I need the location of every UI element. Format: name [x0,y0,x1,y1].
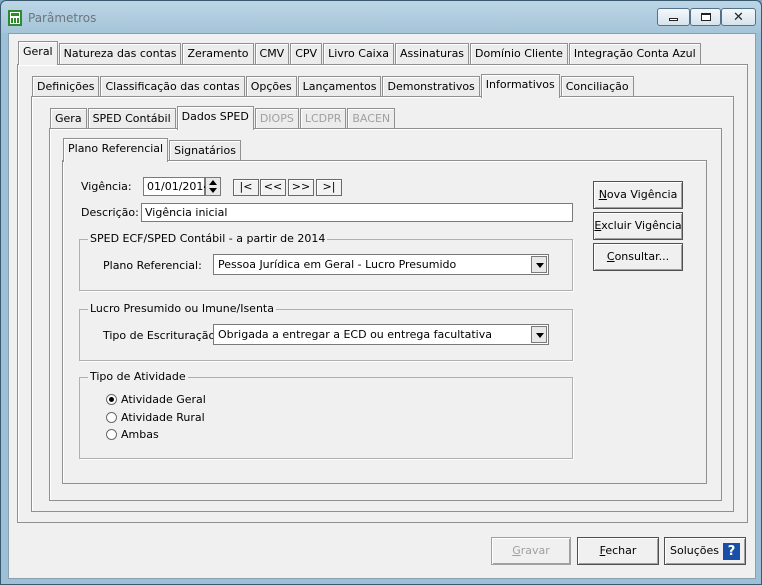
lucro-group-title: Lucro Presumido ou Imune/Isenta [88,302,276,315]
help-icon: ? [723,542,741,560]
tipo-escrituracao-select[interactable]: Obrigada a entregar a ECD ou entrega fac… [213,324,549,345]
radio-selected-icon[interactable] [106,394,117,405]
tab-definicoes[interactable]: Definições [32,76,100,98]
radio-atividade-rural[interactable]: Atividade Rural [106,411,205,424]
radio-atividade-geral[interactable]: Atividade Geral [106,393,206,406]
tab-plano-referencial[interactable]: Plano Referencial [63,138,169,162]
main-tabstrip: Geral Natureza das contas Zeramento CMV … [18,41,702,65]
tab-informativos[interactable]: Informativos [480,74,560,98]
tab-lcdpr: LCDPR [299,108,347,130]
plano-referencial-value: Pessoa Jurídica em Geral - Lucro Presumi… [218,258,457,271]
vigencia-date-field[interactable]: 01/01/2014 [143,177,210,196]
parametros-window: Parâmetros ✕ Geral Natureza das contas Z… [0,0,762,585]
tipo-escrituracao-value: Obrigada a entregar a ECD ou entrega fac… [218,328,492,341]
tab-natureza-das-contas[interactable]: Natureza das contas [58,43,182,65]
next-record-button[interactable]: >> [288,179,314,196]
close-icon: ✕ [733,9,744,25]
tab-classificacao-das-contas[interactable]: Classificação das contas [100,76,245,98]
sped-tabstrip: Gera SPED Contábil Dados SPED DIOPS LCDP… [50,106,396,130]
window-title: Parâmetros [28,11,97,25]
tab-sped-contabil[interactable]: SPED Contábil [87,108,176,130]
tab-gera[interactable]: Gera [50,108,87,130]
tab-cpv[interactable]: CPV [290,43,323,65]
calculator-app-icon [8,10,22,26]
tab-dominio-cliente[interactable]: Domínio Cliente [470,43,568,65]
radio-unselected-icon[interactable] [106,429,117,440]
descricao-field[interactable]: Vigência inicial [141,203,573,222]
tipo-escrituracao-label: Tipo de Escrituração: [103,329,219,342]
atividade-group-title: Tipo de Atividade [88,370,188,383]
tab-assinaturas[interactable]: Assinaturas [395,43,470,65]
vigencia-label: Vigência: [81,180,132,193]
gravar-button[interactable]: Gravar [491,537,571,565]
tab-diops: DIOPS [254,108,299,130]
radio-ambas[interactable]: Ambas [106,428,159,441]
maximize-icon [700,13,711,21]
tab-lancamentos[interactable]: Lançamentos [297,76,382,98]
plano-referencial-select[interactable]: Pessoa Jurídica em Geral - Lucro Presumi… [213,254,549,275]
tab-cmv[interactable]: CMV [254,43,290,65]
radio-label: Atividade Geral [121,393,206,406]
chevron-down-icon[interactable] [531,326,547,343]
tab-bacen: BACEN [347,108,396,130]
radio-label: Atividade Rural [121,411,205,424]
radio-unselected-icon[interactable] [106,412,117,423]
nova-vigencia-button[interactable]: Nova Vigência [593,181,683,209]
tab-dados-sped[interactable]: Dados SPED [176,106,254,130]
tab-conciliacao[interactable]: Conciliação [560,76,634,98]
previous-record-button[interactable]: << [260,179,286,196]
radio-label: Ambas [121,428,159,441]
tab-integracao-conta-azul[interactable]: Integração Conta Azul [568,43,701,65]
fechar-button[interactable]: Fechar [577,537,659,565]
minimize-button[interactable] [657,8,690,26]
last-record-button[interactable]: >| [316,179,342,196]
close-button[interactable]: ✕ [721,8,756,26]
tab-geral[interactable]: Geral [18,41,58,65]
tab-signatarios[interactable]: Signatários [169,140,241,162]
spin-up-icon[interactable] [209,180,217,185]
solucoes-button[interactable]: Soluções? [664,537,746,565]
sub-tabstrip: Definições Classificação das contas Opçõ… [32,74,635,98]
first-record-button[interactable]: |< [233,179,259,196]
inner-tabstrip: Plano Referencial Signatários [63,138,242,162]
title-bar[interactable]: Parâmetros ✕ [1,1,761,33]
spin-down-icon[interactable] [209,188,217,193]
plano-referencial-label: Plano Referencial: [103,259,202,272]
tab-opcoes[interactable]: Opções [245,76,297,98]
tab-demonstrativos[interactable]: Demonstrativos [382,76,480,98]
descricao-label: Descrição: [81,206,139,219]
tab-livro-caixa[interactable]: Livro Caixa [323,43,394,65]
tab-zeramento[interactable]: Zeramento [182,43,254,65]
vigencia-spinner[interactable] [205,177,221,196]
sped-group-title: SPED ECF/SPED Contábil - a partir de 201… [88,232,328,245]
chevron-down-icon[interactable] [531,256,547,273]
maximize-button[interactable] [690,8,721,26]
consultar-button[interactable]: Consultar... [593,243,683,271]
excluir-vigencia-button[interactable]: Excluir Vigência [593,212,683,240]
minimize-icon [669,17,678,21]
